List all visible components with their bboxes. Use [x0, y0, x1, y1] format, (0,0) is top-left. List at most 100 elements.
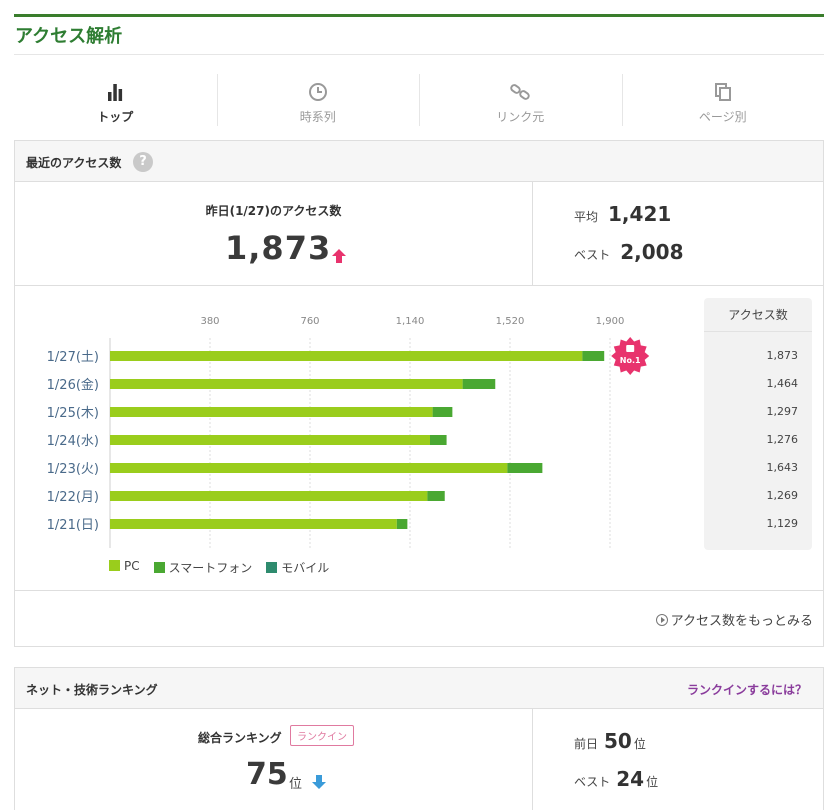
bar-segment: [507, 463, 543, 473]
best-stat: ベスト 2,008: [574, 240, 684, 264]
x-tick-label: 1,900: [596, 316, 625, 327]
access-summary: 昨日(1/27)のアクセス数 1,873 平均 1,421 ベスト 2,008: [15, 182, 823, 286]
ranking-panel-header: ネット・技術ランキング ランクインするには？: [15, 668, 823, 709]
previous-day-rank: 前日 50 位: [574, 729, 646, 753]
category-label: 1/26(金): [47, 377, 99, 393]
best-rank-label: ベスト: [574, 775, 611, 789]
bar-segment: [110, 463, 508, 473]
chart-legend: PC スマートフォン モバイル: [109, 559, 329, 576]
rank-in-badge: ランクイン: [290, 725, 354, 746]
access-count-value: 1,643: [766, 461, 799, 474]
bar-segment: [110, 519, 397, 529]
see-more-link[interactable]: アクセス数をもっとみる: [655, 610, 813, 629]
bar-segment: [110, 379, 463, 389]
bar-segment: [582, 351, 605, 361]
average-value: 1,421: [608, 202, 672, 226]
legend-item: スマートフォン: [153, 559, 253, 576]
x-tick-label: 380: [200, 316, 219, 327]
section-title: ネット・技術ランキング: [26, 683, 158, 697]
access-count-value: 1,464: [766, 377, 799, 390]
legend-label: PC: [124, 559, 140, 573]
legend-item: モバイル: [266, 559, 329, 576]
category-label: 1/21(日): [47, 518, 99, 533]
header-accent-line: [14, 14, 824, 17]
access-count-header: アクセス数: [704, 298, 812, 332]
access-count-value: 1,269: [766, 489, 799, 502]
up-arrow-icon: [332, 249, 346, 263]
category-label: 1/27(土): [47, 350, 99, 365]
access-chart: 380 760 1,140 1,520 1,900 1/27(土) 1/26(金) 1/25(…: [15, 286, 823, 591]
best-value: 2,008: [620, 240, 684, 264]
bar-segment: [432, 407, 453, 417]
bar-segment: [110, 351, 583, 361]
crown-icon: [626, 345, 635, 352]
access-panel: 最近のアクセス数 ? 昨日(1/27)のアクセス数 1,873 平均 1,421 …: [14, 140, 824, 647]
bar-segment: [430, 435, 447, 445]
ranking-panel: ネット・技術ランキング ランクインするには？ 総合ランキング ランクイン 75 …: [14, 667, 824, 810]
x-tick-label: 1,520: [496, 316, 525, 327]
down-arrow-icon: [312, 775, 326, 789]
rank-unit: 位: [633, 737, 646, 751]
access-panel-header: 最近のアクセス数 ?: [15, 141, 823, 182]
bar-segment: [462, 379, 496, 389]
tab-label: 時系列: [299, 110, 336, 124]
rank-in-link[interactable]: ランクインするには？: [687, 681, 807, 698]
category-label: 1/22(月): [47, 490, 99, 505]
tab-bar: トップ 時系列 リンク元 ページ別: [14, 72, 824, 128]
access-count-table: アクセス数 1,873 1,464 1,297 1,276 1,643 1,269 1,12…: [704, 298, 812, 550]
previous-day-value: 50: [604, 729, 632, 753]
overall-ranking-box: 総合ランキング ランクイン 75 位: [15, 709, 533, 810]
title-divider: [14, 54, 824, 55]
category-label: 1/24(水): [47, 434, 99, 449]
overall-ranking-value: 75: [246, 757, 288, 792]
tab-label: トップ: [97, 110, 134, 124]
x-tick-label: 760: [300, 316, 319, 327]
tab-timeseries[interactable]: 時系列: [216, 72, 420, 128]
no1-badge-label: No.1: [620, 356, 641, 365]
tab-top[interactable]: トップ: [14, 72, 217, 128]
access-count-value: 1,297: [766, 405, 799, 418]
bar-segment: [110, 407, 433, 417]
play-circle-icon: [655, 614, 668, 626]
bar-segment: [110, 435, 430, 445]
category-label: 1/25(木): [47, 406, 99, 421]
category-label: 1/23(火): [47, 462, 99, 477]
access-count-value: 1,276: [766, 433, 799, 446]
legend-swatch: [153, 562, 165, 573]
x-tick-label: 1,140: [396, 316, 425, 327]
legend-label: スマートフォン: [168, 561, 253, 575]
bar-segment: [427, 491, 445, 501]
page-title: アクセス解析: [15, 26, 123, 47]
average-stat: 平均 1,421: [574, 202, 671, 226]
bar-chart: 380 760 1,140 1,520 1,900 1/27(土) 1/26(金) 1/25(…: [47, 316, 650, 548]
see-more-label: アクセス数をもっとみる: [670, 614, 813, 629]
previous-day-label: 前日: [574, 737, 599, 751]
best-label: ベスト: [574, 248, 611, 262]
link-icon: [510, 84, 530, 100]
tab-by-page[interactable]: ページ別: [621, 72, 825, 128]
section-title: 最近のアクセス数: [26, 156, 122, 170]
access-count-value: 1,873: [766, 349, 799, 362]
best-rank: ベスト 24 位: [574, 767, 658, 791]
pages-icon: [714, 83, 731, 101]
tab-label: リンク元: [496, 110, 545, 124]
ranking-stats-box: 前日 50 位 ベスト 24 位: [534, 709, 823, 810]
yesterday-label: 昨日(1/27)のアクセス数: [205, 204, 342, 218]
overall-ranking-label: 総合ランキング: [198, 731, 282, 745]
tab-label: ページ別: [698, 110, 747, 124]
rank-unit: 位: [289, 777, 303, 792]
access-count-value: 1,129: [766, 517, 799, 530]
legend-label: モバイル: [281, 561, 330, 575]
bar-segment: [396, 519, 408, 529]
legend-swatch: [109, 560, 120, 571]
average-label: 平均: [574, 210, 599, 224]
tab-referrer[interactable]: リンク元: [419, 72, 622, 128]
bar-segment: [110, 491, 428, 501]
yesterday-value: 1,873: [225, 229, 332, 267]
yesterday-box: 昨日(1/27)のアクセス数 1,873: [15, 182, 533, 285]
stats-box: 平均 1,421 ベスト 2,008: [534, 182, 823, 285]
legend-item: PC: [109, 559, 140, 576]
clock-icon: [308, 83, 327, 101]
ranking-body: 総合ランキング ランクイン 75 位 前日 50 位 ベスト 24 位: [15, 709, 823, 810]
help-icon[interactable]: ?: [133, 152, 153, 172]
